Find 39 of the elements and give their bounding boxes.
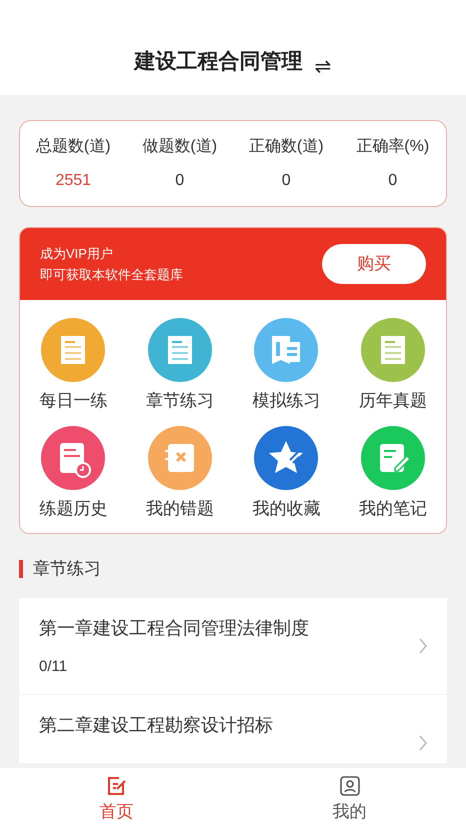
- chapter-title: 第二章建设工程勘察设计招标: [39, 714, 273, 736]
- tab-item[interactable]: 我的: [233, 768, 466, 832]
- chevron-right-icon: [419, 638, 427, 654]
- sheet-icon[interactable]: [254, 318, 318, 382]
- feature-label[interactable]: 模拟练习: [252, 388, 320, 414]
- buy-button[interactable]: 购买: [322, 244, 426, 284]
- stat-label: 总题数(道): [36, 136, 111, 156]
- feature-label[interactable]: 练题历史: [39, 496, 108, 521]
- feature-label[interactable]: 每日一练: [39, 388, 108, 414]
- switch-button[interactable]: ⇌: [314, 57, 332, 77]
- document-icon[interactable]: [360, 318, 425, 382]
- vip-subtitle: 即可获取本软件全套题库: [40, 266, 183, 284]
- tab-item[interactable]: 首页: [0, 768, 233, 832]
- feature-label[interactable]: 历年真题: [358, 388, 427, 414]
- feature-label[interactable]: 章节练习: [146, 388, 214, 414]
- feature-label[interactable]: 我的错题: [146, 496, 214, 521]
- chapter-title: 第一章建设工程合同管理法律制度: [39, 616, 309, 640]
- page-title: 建设工程合同管理: [134, 48, 302, 74]
- stat-label: 正确率(%): [356, 136, 430, 156]
- feature-label[interactable]: 我的笔记: [358, 496, 427, 521]
- feature-label[interactable]: 我的收藏: [252, 496, 320, 521]
- stat-value: 0: [388, 170, 398, 190]
- chevron-right-icon: [419, 734, 427, 750]
- section-title: 章节练习: [33, 558, 101, 580]
- stat-label: 做题数(道): [142, 136, 218, 156]
- stat-label: 正确数(道): [248, 136, 324, 156]
- document-clock-icon[interactable]: [41, 426, 106, 490]
- chapter-item[interactable]: 第二章建设工程勘察设计招标: [19, 694, 447, 762]
- stat-value: 0: [175, 170, 184, 190]
- stat-value: 2551: [55, 170, 92, 190]
- stat-value: 0: [282, 170, 291, 190]
- vip-title: 成为VIP用户: [40, 244, 114, 262]
- section-marker: [19, 560, 23, 578]
- edit-icon: [106, 775, 128, 798]
- document-icon[interactable]: [41, 318, 106, 382]
- notebook-cross-icon[interactable]: [148, 426, 212, 490]
- document-icon[interactable]: [148, 318, 212, 382]
- note-pencil-icon[interactable]: [360, 426, 425, 490]
- profile-icon: [338, 775, 360, 798]
